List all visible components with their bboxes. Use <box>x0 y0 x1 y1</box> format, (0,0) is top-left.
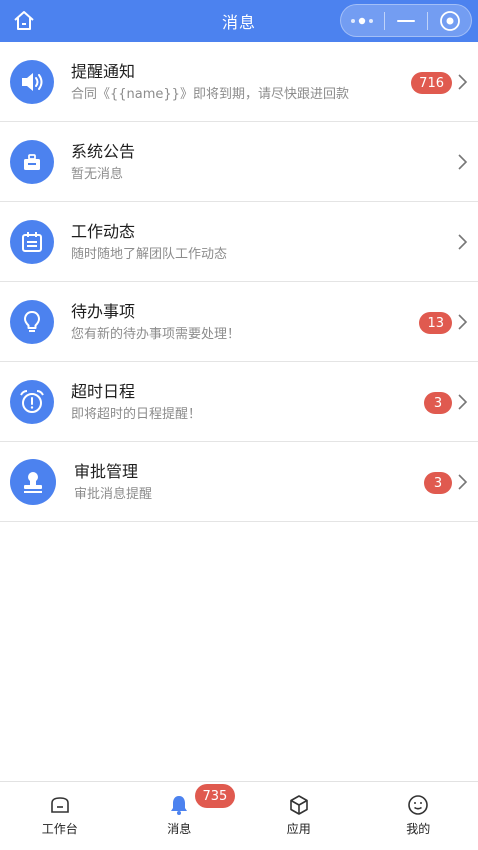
alarm-clock-icon <box>10 380 54 424</box>
message-title: 工作动态 <box>71 222 136 241</box>
briefcase-icon <box>10 140 54 184</box>
minimize-icon <box>397 19 415 22</box>
message-title: 系统公告 <box>71 142 136 161</box>
message-title: 待办事项 <box>71 302 136 321</box>
chevron-right-icon <box>458 474 468 490</box>
message-list: 提醒通知 合同《{{name}}》即将到期，请尽快跟进回款 716 系统公告 暂… <box>0 42 478 522</box>
home-icon <box>14 11 34 30</box>
more-dots-icon <box>351 17 374 24</box>
unread-badge: 3 <box>424 392 452 414</box>
tab-label: 消息 <box>167 822 192 836</box>
bell-icon <box>167 793 191 817</box>
bottom-tab-bar: 工作台 消息 735 应用 我的 <box>0 781 478 850</box>
smile-face-icon <box>406 793 430 817</box>
speaker-icon <box>10 60 54 104</box>
message-title: 超时日程 <box>71 382 136 401</box>
chevron-right-icon <box>458 314 468 330</box>
tab-mine[interactable]: 我的 <box>359 782 478 850</box>
message-row-approval[interactable]: 审批管理 审批消息提醒 3 <box>0 442 478 522</box>
message-row-announcement[interactable]: 系统公告 暂无消息 <box>0 122 478 202</box>
tab-label: 应用 <box>286 822 311 836</box>
page-title: 消息 <box>221 13 256 32</box>
message-subtitle: 合同《{{name}}》即将到期，请尽快跟进回款 <box>71 87 349 102</box>
tab-workbench[interactable]: 工作台 <box>0 782 120 850</box>
message-subtitle: 即将超时的日程提醒！ <box>71 407 202 422</box>
message-title: 提醒通知 <box>71 62 136 81</box>
home-button[interactable] <box>11 8 37 34</box>
mini-program-capsule <box>340 4 472 37</box>
unread-badge: 716 <box>411 72 452 94</box>
close-circle-icon <box>439 10 460 31</box>
lightbulb-icon <box>10 300 54 344</box>
tab-label: 我的 <box>406 822 431 836</box>
unread-badge: 3 <box>424 472 452 494</box>
tab-messages[interactable]: 消息 735 <box>120 782 240 850</box>
message-subtitle: 审批消息提醒 <box>74 487 153 502</box>
minimize-button[interactable] <box>385 5 428 36</box>
tab-apps[interactable]: 应用 <box>239 782 359 850</box>
tab-label: 工作台 <box>41 822 78 836</box>
unread-badge: 13 <box>419 312 452 334</box>
nav-header: 消息 <box>0 0 478 42</box>
message-row-work-activity[interactable]: 工作动态 随时随地了解团队工作动态 <box>0 202 478 282</box>
close-button[interactable] <box>428 5 471 36</box>
calendar-icon <box>10 220 54 264</box>
workbench-icon <box>48 793 72 817</box>
chevron-right-icon <box>458 394 468 410</box>
message-subtitle: 随时随地了解团队工作动态 <box>71 247 228 262</box>
cube-icon <box>287 793 311 817</box>
message-subtitle: 您有新的待办事项需要处理！ <box>71 327 241 342</box>
stamp-icon <box>10 459 56 505</box>
chevron-right-icon <box>458 234 468 250</box>
message-title: 审批管理 <box>74 462 139 481</box>
more-button[interactable] <box>341 5 384 36</box>
message-subtitle: 暂无消息 <box>71 167 124 182</box>
chevron-right-icon <box>458 74 468 90</box>
message-row-overdue-schedule[interactable]: 超时日程 即将超时的日程提醒！ 3 <box>0 362 478 442</box>
message-row-reminder[interactable]: 提醒通知 合同《{{name}}》即将到期，请尽快跟进回款 716 <box>0 42 478 122</box>
message-row-todo[interactable]: 待办事项 您有新的待办事项需要处理！ 13 <box>0 282 478 362</box>
chevron-right-icon <box>458 154 468 170</box>
unread-badge: 735 <box>194 784 236 808</box>
